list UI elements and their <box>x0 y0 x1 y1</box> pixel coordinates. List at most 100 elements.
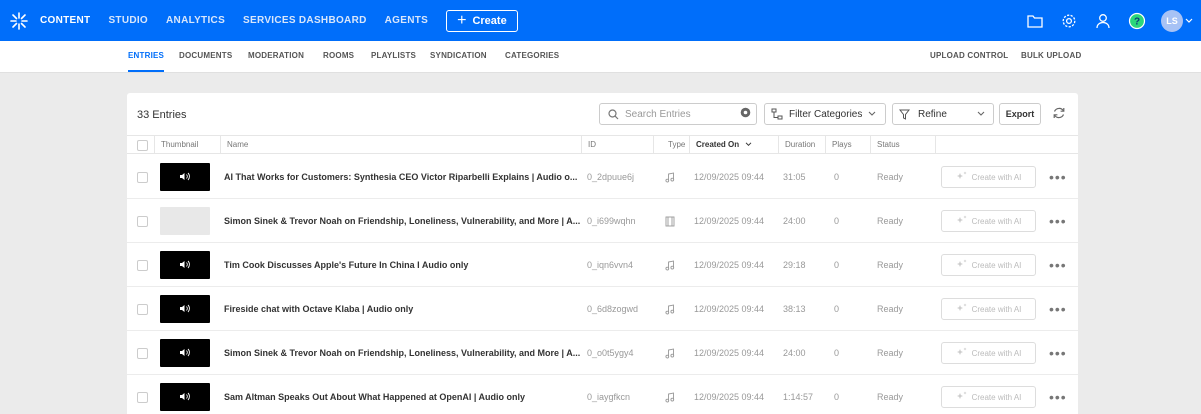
row-select-cell <box>137 243 157 287</box>
table-header: Thumbnail Name ID Type Created On Durati… <box>127 135 1078 154</box>
table-row[interactable]: Simon Sinek & Trevor Noah on Friendship,… <box>127 331 1078 375</box>
create-with-ai-button[interactable]: Create with AI <box>941 386 1036 408</box>
entry-thumbnail[interactable] <box>160 251 210 279</box>
tab-rooms[interactable]: ROOMS <box>323 41 354 72</box>
row-checkbox[interactable] <box>137 259 148 271</box>
user-menu[interactable]: LS <box>1161 9 1193 32</box>
header-created-on[interactable]: Created On <box>689 136 778 154</box>
entry-name[interactable]: Tim Cook Discusses Apple's Future In Chi… <box>224 243 581 287</box>
entry-name[interactable]: Simon Sinek & Trevor Noah on Friendship,… <box>224 199 581 243</box>
row-checkbox[interactable] <box>137 171 148 183</box>
sparkle-icon <box>956 391 968 403</box>
entry-created-on: 12/09/2025 09:44 <box>694 348 765 358</box>
create-button[interactable]: + Create <box>446 9 518 32</box>
search-settings-gear-icon[interactable] <box>739 106 752 122</box>
user-icon[interactable] <box>1093 11 1113 31</box>
chevron-down-icon <box>868 111 876 116</box>
more-actions-icon[interactable]: ••• <box>1049 199 1069 243</box>
entry-name[interactable]: AI That Works for Customers: Synthesia C… <box>224 155 581 199</box>
create-with-ai-cell: Create with AI <box>941 155 1041 199</box>
entry-name[interactable]: Sam Altman Speaks Out About What Happene… <box>224 375 581 414</box>
create-with-ai-label: Create with AI <box>971 172 1022 182</box>
create-with-ai-label: Create with AI <box>971 304 1022 314</box>
nav-analytics[interactable]: ANALYTICS <box>166 15 225 26</box>
create-with-ai-button[interactable]: Create with AI <box>941 254 1036 276</box>
audio-type-icon <box>665 155 685 199</box>
row-checkbox[interactable] <box>137 391 148 403</box>
entry-thumbnail[interactable] <box>160 339 210 367</box>
entry-thumbnail[interactable] <box>160 207 210 235</box>
nav-services-dashboard[interactable]: SERVICES DASHBOARD <box>243 15 367 26</box>
header-type[interactable]: Type <box>653 136 689 154</box>
tab-entries[interactable]: ENTRIES <box>128 41 165 72</box>
tab-categories[interactable]: CATEGORIES <box>505 41 559 72</box>
table-row[interactable]: Simon Sinek & Trevor Noah on Friendship,… <box>127 199 1078 243</box>
search-entries-box[interactable] <box>599 103 757 125</box>
sort-chevron-down-icon <box>746 142 752 147</box>
select-all-checkbox[interactable] <box>137 139 148 151</box>
thumbnail-cell <box>160 331 214 375</box>
sparkle-icon <box>956 259 968 271</box>
header-name[interactable]: Name <box>220 136 581 154</box>
entry-thumbnail[interactable] <box>160 163 210 191</box>
export-button[interactable]: Export <box>999 103 1041 125</box>
folder-icon[interactable] <box>1025 11 1045 31</box>
chevron-down-icon <box>977 111 985 116</box>
row-checkbox[interactable] <box>137 347 148 359</box>
nav-content[interactable]: CONTENT <box>40 15 90 26</box>
thumbnail-cell <box>160 287 214 331</box>
more-actions-icon[interactable]: ••• <box>1049 155 1069 199</box>
thumbnail-cell <box>160 155 214 199</box>
entry-id: 0_iaygfkcn <box>587 392 631 402</box>
sparkle-icon <box>956 303 968 315</box>
entry-duration: 29:18 <box>783 260 806 270</box>
header-status[interactable]: Status <box>870 136 935 154</box>
speaker-icon <box>179 304 191 315</box>
table-row[interactable]: Sam Altman Speaks Out About What Happene… <box>127 375 1078 414</box>
table-row[interactable]: Fireside chat with Octave Klaba | Audio … <box>127 287 1078 331</box>
kaltura-logo-icon[interactable] <box>4 0 34 41</box>
nav-studio[interactable]: STUDIO <box>108 15 148 26</box>
filter-categories-dropdown[interactable]: Filter Categories <box>764 103 886 125</box>
entry-plays: 0 <box>834 172 840 182</box>
more-actions-icon[interactable]: ••• <box>1049 287 1069 331</box>
create-with-ai-button[interactable]: Create with AI <box>941 342 1036 364</box>
header-plays[interactable]: Plays <box>825 136 870 154</box>
header-duration[interactable]: Duration <box>778 136 825 154</box>
row-checkbox[interactable] <box>137 303 148 315</box>
tab-syndication[interactable]: SYNDICATION <box>430 41 487 72</box>
create-with-ai-cell: Create with AI <box>941 287 1041 331</box>
table-row[interactable]: Tim Cook Discusses Apple's Future In Chi… <box>127 243 1078 287</box>
row-checkbox[interactable] <box>137 215 148 227</box>
more-actions-icon[interactable]: ••• <box>1049 331 1069 375</box>
bulk-upload-link[interactable]: BULK UPLOAD <box>1021 41 1081 72</box>
nav-agents[interactable]: AGENTS <box>385 15 428 26</box>
entry-created-on: 12/09/2025 09:44 <box>694 260 765 270</box>
header-id[interactable]: ID <box>581 136 653 154</box>
search-icon <box>608 108 619 119</box>
header-type-label: Type <box>668 140 686 149</box>
tab-moderation[interactable]: MODERATION <box>248 41 304 72</box>
entry-name[interactable]: Simon Sinek & Trevor Noah on Friendship,… <box>224 331 581 375</box>
entry-thumbnail[interactable] <box>160 383 210 411</box>
create-with-ai-button[interactable]: Create with AI <box>941 210 1036 232</box>
sparkle-icon <box>956 347 968 359</box>
settings-gear-icon[interactable] <box>1059 11 1079 31</box>
entry-thumbnail[interactable] <box>160 295 210 323</box>
help-icon[interactable]: ? <box>1127 11 1147 31</box>
refine-dropdown[interactable]: Refine <box>892 103 994 125</box>
create-with-ai-label: Create with AI <box>971 392 1022 402</box>
create-with-ai-label: Create with AI <box>971 216 1022 226</box>
upload-control-link[interactable]: UPLOAD CONTROL <box>930 41 1008 72</box>
search-input[interactable] <box>625 108 733 120</box>
create-with-ai-button[interactable]: Create with AI <box>941 298 1036 320</box>
more-actions-icon[interactable]: ••• <box>1049 375 1069 414</box>
more-actions-icon[interactable]: ••• <box>1049 243 1069 287</box>
table-row[interactable]: AI That Works for Customers: Synthesia C… <box>127 155 1078 199</box>
entry-duration: 1:14:57 <box>783 392 814 402</box>
tab-playlists[interactable]: PLAYLISTS <box>371 41 416 72</box>
create-with-ai-button[interactable]: Create with AI <box>941 166 1036 188</box>
tab-documents[interactable]: DOCUMENTS <box>179 41 232 72</box>
refresh-icon[interactable] <box>1052 106 1066 123</box>
entry-name[interactable]: Fireside chat with Octave Klaba | Audio … <box>224 287 581 331</box>
